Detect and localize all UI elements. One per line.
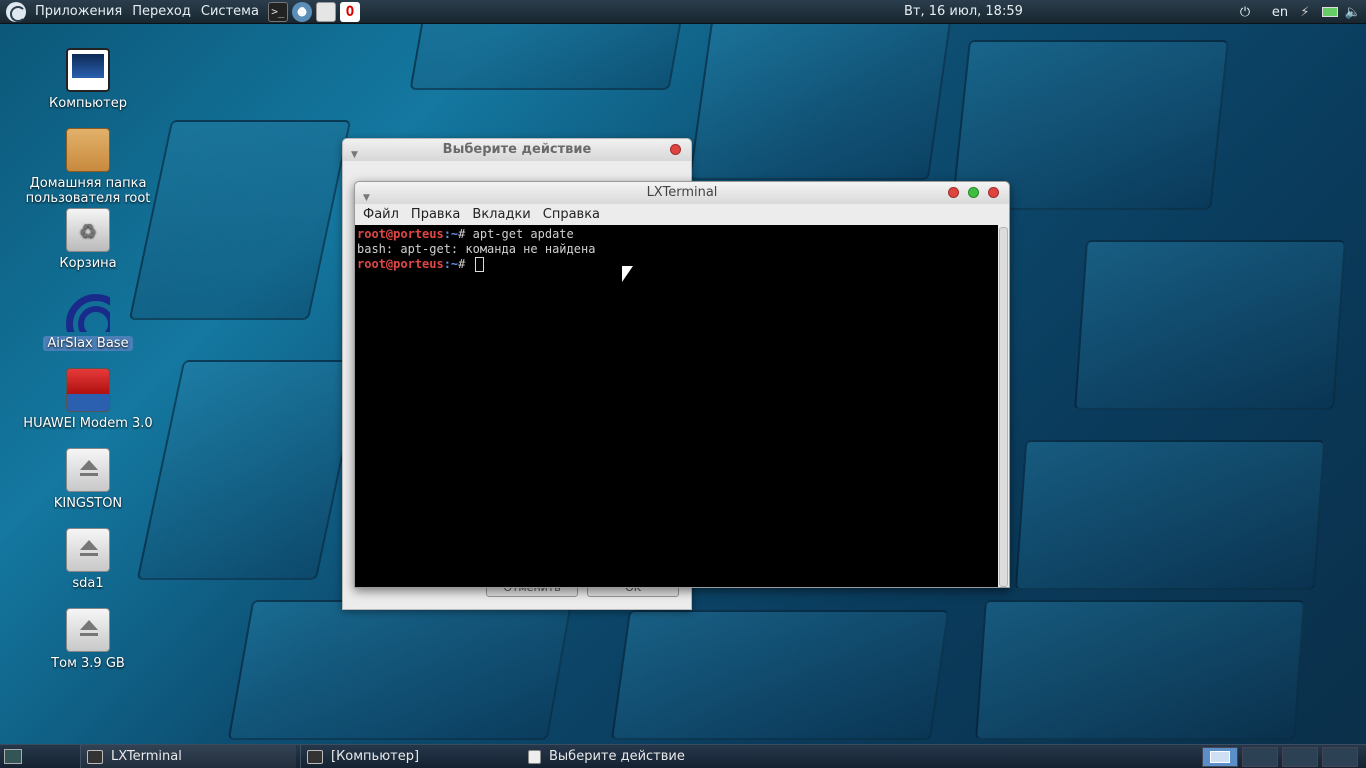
clock[interactable]: Вт, 16 июл, 18:59	[904, 0, 1023, 24]
taskbar-item-terminal[interactable]: LXTerminal	[80, 745, 296, 768]
command-text: apt-get apdate	[465, 227, 574, 241]
keyboard-layout[interactable]: en	[1268, 2, 1292, 22]
power-icon[interactable]: ⏻	[1236, 2, 1254, 22]
home-folder-icon	[66, 128, 110, 172]
bottom-panel: LXTerminal [Компьютер] Выберите действие	[0, 744, 1366, 768]
menu-edit[interactable]: Правка	[405, 207, 466, 222]
terminal-line: bash: apt-get: команда не найдена	[357, 242, 996, 257]
desktop-icon-kingston[interactable]: KINGSTON	[20, 448, 156, 511]
terminal-line: root@porteus:~# apt-get apdate	[357, 227, 996, 242]
menu-go[interactable]: Переход	[127, 0, 196, 24]
desktop-icon-airslax[interactable]: AirSlax Base	[20, 288, 156, 351]
desktop-icon-label: KINGSTON	[53, 496, 123, 511]
drive-icon	[66, 528, 110, 572]
terminal-screen[interactable]: root@porteus:~# apt-get apdate bash: apt-…	[355, 225, 998, 587]
desktop-icon-label: sda1	[72, 576, 104, 591]
desktop-icon-label: Домашняя папка пользователя root	[25, 176, 151, 206]
file-manager-icon[interactable]	[315, 1, 336, 22]
drive-icon	[66, 608, 110, 652]
browser-icon[interactable]: S	[291, 1, 312, 22]
trash-icon: ♻	[66, 208, 110, 252]
terminal-icon	[87, 749, 103, 764]
taskbar-item-label: LXTerminal	[111, 749, 182, 764]
window-menu-icon[interactable]: ▼	[351, 144, 358, 166]
terminal-menubar: Файл Правка Вкладки Справка	[355, 204, 1009, 224]
dialog-title: Выберите действие	[442, 142, 592, 157]
desktop-icon-computer[interactable]: Компьютер	[20, 48, 156, 111]
desktop-icon-huawei[interactable]: HUAWEI Modem 3.0	[20, 368, 156, 431]
desktop-icon-label: AirSlax Base	[43, 336, 133, 351]
workspace-2[interactable]	[1242, 747, 1278, 767]
menu-help[interactable]: Справка	[537, 207, 606, 222]
volume-icon[interactable]: 🔈	[1344, 2, 1362, 22]
drive-icon	[66, 448, 110, 492]
menu-tabs[interactable]: Вкладки	[466, 207, 536, 222]
prompt-user: root@porteus	[357, 257, 444, 271]
prompt-path: :~	[443, 227, 459, 241]
workspace-1[interactable]	[1202, 747, 1238, 767]
menu-applications[interactable]: Приложения	[30, 0, 127, 24]
wifi-icon	[66, 288, 110, 332]
desktop-icon-label: Корзина	[59, 256, 117, 271]
taskbar-item-label: Выберите действие	[549, 749, 685, 764]
terminal-line: root@porteus:~#	[357, 257, 996, 272]
desktop-icon-label: Том 3.9 GB	[51, 656, 125, 671]
terminal-titlebar[interactable]: ▼ LXTerminal	[355, 182, 1009, 204]
terminal-title: LXTerminal	[646, 185, 718, 200]
computer-icon	[66, 48, 110, 92]
show-desktop-icon[interactable]	[4, 749, 22, 764]
terminal-window: ▼ LXTerminal Файл Правка Вкладки Справка…	[354, 181, 1010, 588]
maximize-icon[interactable]	[968, 187, 979, 198]
huawei-icon	[66, 368, 110, 412]
workspace-3[interactable]	[1282, 747, 1318, 767]
menu-system[interactable]: Система	[196, 0, 264, 24]
taskbar-item-computer[interactable]: [Компьютер]	[300, 745, 516, 768]
battery-icon[interactable]	[1320, 2, 1340, 22]
dialog-titlebar[interactable]: ▼ Выберите действие	[343, 139, 691, 161]
desktop-icon-trash[interactable]: ♻ Корзина	[20, 208, 156, 271]
terminal-icon[interactable]: >_	[267, 1, 288, 22]
desktop-icon-label: HUAWEI Modem 3.0	[23, 416, 153, 431]
desktop-icon-home[interactable]: Домашняя папка пользователя root	[20, 128, 156, 206]
top-panel: Приложения Переход Система >_ S O Вт, 16…	[0, 0, 1366, 24]
desktop-icon-sda1[interactable]: sda1	[20, 528, 156, 591]
mouse-pointer-icon	[622, 266, 633, 282]
text-cursor	[474, 257, 484, 272]
taskbar-item-label: [Компьютер]	[331, 749, 420, 764]
computer-icon	[307, 749, 323, 764]
command-text	[465, 257, 472, 271]
close-icon[interactable]	[988, 187, 999, 198]
opera-icon[interactable]: O	[339, 1, 360, 22]
close-icon[interactable]	[670, 144, 681, 155]
network-icon[interactable]: ⚡	[1296, 2, 1314, 22]
taskbar-item-dialog[interactable]: Выберите действие	[522, 745, 742, 768]
dialog-icon	[528, 749, 541, 764]
output-text: bash: apt-get: команда не найдена	[357, 242, 596, 256]
desktop-icon-volume[interactable]: Том 3.9 GB	[20, 608, 156, 671]
window-menu-icon[interactable]: ▼	[363, 187, 370, 209]
terminal-scrollbar[interactable]	[999, 227, 1008, 587]
minimize-icon[interactable]	[948, 187, 959, 198]
porteus-logo-icon[interactable]	[6, 1, 26, 22]
prompt-path: :~	[443, 257, 459, 271]
prompt-user: root@porteus	[357, 227, 444, 241]
desktop-icon-label: Компьютер	[49, 96, 127, 111]
workspace-4[interactable]	[1322, 747, 1358, 767]
